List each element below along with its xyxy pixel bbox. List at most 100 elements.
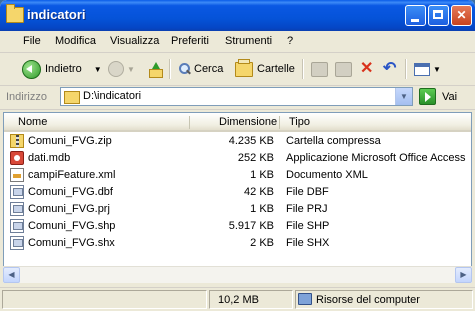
move-to-button[interactable] [311, 53, 328, 85]
status-bar: 10,2 MB Risorse del computer [0, 287, 475, 311]
menu-bar: File Modifica Visualizza Preferiti Strum… [0, 31, 475, 83]
maximize-button[interactable] [428, 5, 449, 26]
file-size: 2 KB [250, 237, 274, 249]
close-icon: ✕ [456, 8, 467, 22]
list-item[interactable]: dati.mdb 252 KB Applicazione Microsoft O… [4, 150, 471, 167]
title-bar[interactable]: indicatori ✕ [0, 0, 475, 31]
list-item[interactable]: Comuni_FVG.shp 5.917 KB File SHP [4, 218, 471, 235]
menu-strumenti[interactable]: Strumenti [225, 35, 272, 47]
close-button[interactable]: ✕ [451, 5, 472, 26]
explorer-window: indicatori ✕ File Modifica Visualizza Pr… [0, 0, 475, 311]
column-header-name[interactable]: Nome [18, 116, 47, 128]
go-button[interactable]: Vai [419, 88, 457, 105]
forward-dropdown-icon[interactable]: ▼ [127, 65, 135, 74]
file-type: Documento XML [286, 169, 368, 181]
generic-file-icon [10, 202, 24, 216]
menu-visualizza[interactable]: Visualizza [110, 35, 159, 47]
xml-file-icon [10, 168, 24, 182]
menu-modifica[interactable]: Modifica [55, 35, 96, 47]
status-panel-size: 10,2 MB [209, 290, 293, 309]
folder-icon [64, 91, 80, 104]
copy-to-button[interactable] [335, 53, 352, 85]
folders-icon [235, 58, 253, 77]
scroll-right-button[interactable]: ▶ [455, 267, 472, 283]
undo-button[interactable]: ↶ [383, 53, 396, 85]
list-item[interactable]: Comuni_FVG.zip 4.235 KB Cartella compres… [4, 133, 471, 150]
address-label: Indirizzo [6, 91, 47, 103]
menu-preferiti[interactable]: Preferiti [171, 35, 209, 47]
generic-file-icon [10, 236, 24, 250]
file-name: Comuni_FVG.prj [28, 203, 110, 215]
go-arrow-icon [419, 88, 436, 105]
go-label: Vai [442, 90, 458, 103]
column-header-size[interactable]: Dimensione [219, 116, 277, 128]
folders-label: Cartelle [257, 63, 295, 75]
chevron-left-icon: ◀ [8, 270, 15, 279]
file-type: File DBF [286, 186, 329, 198]
forward-button[interactable]: ▼ [108, 53, 135, 85]
column-header-type[interactable]: Tipo [289, 116, 310, 128]
generic-file-icon [10, 185, 24, 199]
generic-file-icon [10, 219, 24, 233]
up-folder-button[interactable] [148, 53, 163, 85]
file-type: File SHP [286, 220, 330, 232]
views-icon [414, 62, 430, 76]
minimize-icon [411, 19, 419, 22]
list-item[interactable]: campiFeature.xml 1 KB Documento XML [4, 167, 471, 184]
file-name: Comuni_FVG.zip [28, 135, 112, 147]
maximize-icon [433, 10, 443, 19]
back-arrow-icon [22, 59, 41, 79]
list-header: Nome Dimensione Tipo [4, 113, 471, 132]
zip-folder-icon [10, 134, 24, 148]
folder-icon [6, 4, 24, 23]
status-panel-info [2, 290, 207, 309]
column-divider[interactable] [189, 116, 190, 129]
file-name: campiFeature.xml [28, 169, 116, 181]
status-panel-location: Risorse del computer [295, 290, 473, 309]
folders-button[interactable]: Cartelle [235, 53, 295, 85]
file-size: 252 KB [237, 152, 274, 164]
column-divider[interactable] [279, 116, 280, 129]
views-dropdown-icon: ▼ [433, 64, 441, 74]
horizontal-scrollbar[interactable]: ◀ ▶ [3, 266, 472, 283]
file-name: Comuni_FVG.shx [28, 237, 115, 249]
file-name: Comuni_FVG.shp [28, 220, 116, 232]
file-size: 5.917 KB [228, 220, 274, 232]
toolbar-separator [302, 59, 304, 79]
toolbar-separator [405, 59, 407, 79]
menu-help[interactable]: ? [287, 35, 293, 47]
address-dropdown-button[interactable]: ▼ [395, 88, 412, 105]
list-item[interactable]: Comuni_FVG.shx 2 KB File SHX [4, 235, 471, 252]
back-button[interactable]: Indietro ▼ [22, 53, 102, 85]
views-button[interactable]: ▼ [414, 53, 441, 85]
search-label: Cerca [194, 63, 224, 75]
list-item[interactable]: Comuni_FVG.prj 1 KB File PRJ [4, 201, 471, 218]
search-icon [178, 63, 190, 75]
undo-icon: ↶ [383, 60, 397, 77]
list-item[interactable]: Comuni_FVG.dbf 42 KB File DBF [4, 184, 471, 201]
search-button[interactable]: Cerca [178, 53, 223, 85]
file-size: 1 KB [250, 203, 274, 215]
delete-icon: ✕ [360, 60, 374, 77]
delete-button[interactable]: ✕ [360, 53, 373, 85]
scroll-left-button[interactable]: ◀ [3, 267, 20, 283]
file-type: Cartella compressa [286, 135, 381, 147]
toolbar: Indietro ▼ ▼ Cerca Cartelle ✕ ↶ ▼ [0, 53, 475, 86]
address-field[interactable]: D:\indicatori ▼ [60, 87, 413, 106]
access-db-icon [10, 151, 24, 165]
chevron-right-icon: ▶ [460, 270, 467, 279]
file-type: File SHX [286, 237, 330, 249]
file-size: 42 KB [244, 186, 274, 198]
address-bar: Indirizzo D:\indicatori ▼ Vai [0, 86, 475, 110]
copy-to-icon [335, 61, 352, 77]
file-list[interactable]: Nome Dimensione Tipo Comuni_FVG.zip 4.23… [3, 112, 472, 283]
minimize-button[interactable] [405, 5, 426, 26]
status-total-size: 10,2 MB [218, 294, 259, 306]
address-value: D:\indicatori [83, 90, 142, 102]
back-dropdown-icon[interactable]: ▼ [94, 65, 102, 74]
file-name: Comuni_FVG.dbf [28, 186, 113, 198]
menu-file[interactable]: File [23, 35, 41, 47]
file-type: File PRJ [286, 203, 328, 215]
chevron-down-icon: ▼ [400, 92, 408, 101]
window-title: indicatori [27, 7, 86, 22]
